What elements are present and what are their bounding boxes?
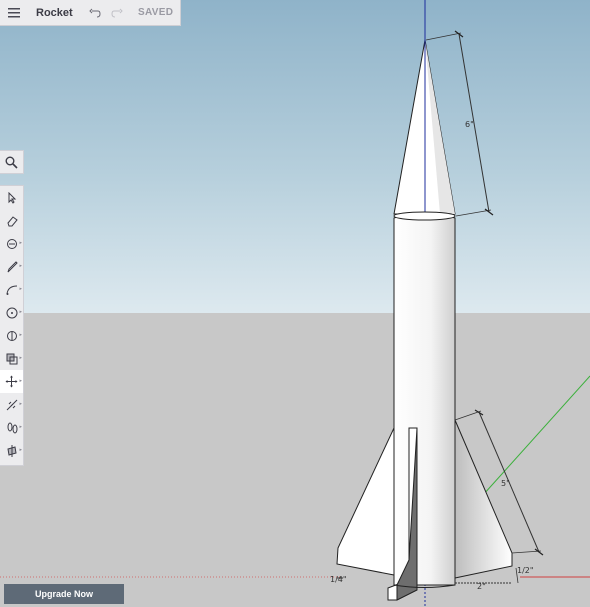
search-icon [5,156,18,169]
tape-measure-tool[interactable]: ▸ [0,393,23,416]
fin-base-label: 2" [477,582,486,591]
pencil-tool[interactable]: ▸ [0,255,23,278]
undo-button[interactable] [84,0,106,26]
walk-tool[interactable]: ▸ [0,416,23,439]
select-tool[interactable] [0,186,23,209]
left-dimension-label: 1/4" [330,575,347,584]
chevron-right-icon: ▸ [19,447,22,453]
hamburger-menu-icon [8,7,20,17]
paint-tool[interactable]: ▸ [0,232,23,255]
offset-icon [6,353,17,364]
tape-measure-icon [6,399,17,410]
circle-tool[interactable]: ▸ [0,301,23,324]
chevron-right-icon: ▸ [19,263,22,269]
document-title[interactable]: Rocket [36,7,84,19]
offset-tool[interactable]: ▸ [0,347,23,370]
body-tube-top [393,211,456,221]
push-pull-icon [6,330,17,341]
push-pull-tool[interactable]: ▸ [0,324,23,347]
search-button[interactable] [0,150,24,174]
section-plane-icon [6,444,17,457]
redo-button[interactable] [106,0,128,26]
move-tool[interactable]: ▸ [0,370,23,393]
move-icon [5,375,18,388]
chevron-right-icon: ▸ [19,309,22,315]
eraser-icon [6,215,18,226]
fin-width-label: 1/2" [517,566,534,575]
chevron-right-icon: ▸ [19,286,22,292]
chevron-right-icon: ▸ [19,424,22,430]
footprints-icon [7,422,17,433]
body-tube [393,212,456,586]
arrow-icon [8,191,16,204]
nose-dim-line [458,33,490,213]
paint-bucket-icon [6,238,17,249]
tools-panel: ▸ ▸ ▸ ▸ ▸ ▸ ▸ ▸ ▸ ▸ [0,185,24,466]
chevron-right-icon: ▸ [19,355,22,361]
section-tool[interactable]: ▸ [0,439,23,462]
arc-icon [6,285,17,295]
redo-icon [111,8,123,17]
fin-right [454,419,513,579]
chevron-right-icon: ▸ [19,332,22,338]
undo-icon [89,8,101,17]
circle-icon [6,307,17,318]
model-canvas[interactable] [0,0,590,607]
fin-left [336,427,395,576]
fin-length-label: 5" [501,479,510,488]
nose-length-label: 6" [465,120,474,129]
top-toolbar: Rocket SAVED [0,0,181,26]
chevron-right-icon: ▸ [19,378,22,384]
chevron-right-icon: ▸ [19,240,22,246]
arc-tool[interactable]: ▸ [0,278,23,301]
pencil-icon [7,260,18,272]
menu-button[interactable] [0,0,28,26]
save-status: SAVED [138,7,174,18]
eraser-tool[interactable] [0,209,23,232]
3d-viewport[interactable]: 6" 5" 1/2" 2" 1/4" [0,0,590,607]
green-axis [482,375,590,496]
upgrade-now-button[interactable]: Upgrade Now [4,584,124,604]
chevron-right-icon: ▸ [19,401,22,407]
